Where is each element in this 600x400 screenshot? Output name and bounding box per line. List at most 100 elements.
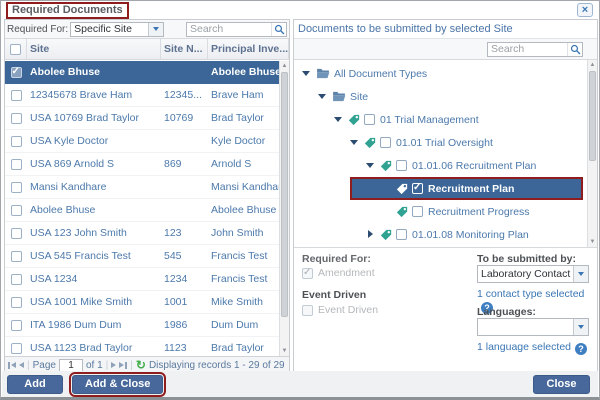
expander-icon[interactable] bbox=[334, 115, 343, 124]
scrollbar-thumb[interactable] bbox=[589, 71, 596, 161]
site-search-input[interactable] bbox=[187, 23, 271, 35]
table-row[interactable]: ✓ Mansi Kandhare Mansi Kandhare bbox=[5, 176, 289, 199]
table-row[interactable]: ✓ USA 1001 Mike Smith 1001 Mike Smith bbox=[5, 291, 289, 314]
language-selected-link[interactable]: 1 language selected bbox=[477, 341, 571, 353]
document-search-input[interactable] bbox=[488, 43, 567, 55]
tree-node[interactable]: ✓ Site bbox=[294, 85, 597, 108]
chevron-down-icon[interactable] bbox=[573, 319, 588, 335]
table-row[interactable]: ✓ USA 869 Arnold S 869 Arnold S bbox=[5, 153, 289, 176]
row-checkbox[interactable]: ✓ bbox=[11, 136, 22, 147]
refresh-icon[interactable]: ↻ bbox=[136, 359, 146, 371]
header-checkbox[interactable]: ✓ bbox=[10, 44, 21, 55]
submitted-by-dropdown[interactable]: Laboratory Contact bbox=[477, 265, 589, 283]
tree-node[interactable]: ✓ Recruitment Progress bbox=[294, 200, 597, 223]
scrollbar-thumb[interactable] bbox=[281, 72, 288, 317]
scroll-up-icon[interactable]: ▲ bbox=[280, 61, 289, 71]
column-site[interactable]: Site bbox=[27, 39, 161, 59]
table-row[interactable]: ✓ USA 123 John Smith 123 John Smith bbox=[5, 222, 289, 245]
table-row[interactable]: ✓ USA 10769 Brad Taylor 10769 Brad Taylo… bbox=[5, 107, 289, 130]
expander-icon[interactable] bbox=[366, 161, 375, 170]
cell-site: Mansi Kandhare bbox=[27, 181, 161, 193]
pager-separator: | bbox=[130, 360, 133, 371]
table-row[interactable]: ✓ Abolee Bhuse Abolee Bhuse bbox=[5, 61, 289, 84]
row-checkbox[interactable]: ✓ bbox=[11, 67, 22, 78]
add-button[interactable]: Add bbox=[7, 375, 63, 394]
table-row[interactable]: ✓ 12345678 Brave Ham 12345... Brave Ham bbox=[5, 84, 289, 107]
row-checkbox[interactable]: ✓ bbox=[11, 251, 22, 262]
node-checkbox[interactable]: ✓ bbox=[364, 114, 375, 125]
expander-icon[interactable] bbox=[382, 207, 391, 216]
search-icon[interactable] bbox=[567, 43, 582, 56]
expander-icon[interactable] bbox=[302, 69, 311, 78]
first-page-button[interactable] bbox=[8, 362, 16, 369]
chevron-down-icon[interactable] bbox=[148, 23, 163, 36]
node-checkbox[interactable]: ✓ bbox=[396, 229, 407, 240]
page-number-input[interactable] bbox=[59, 359, 83, 372]
row-checkbox[interactable]: ✓ bbox=[11, 274, 22, 285]
cell-site: USA Kyle Doctor bbox=[27, 135, 161, 147]
cell-principal-investigator: Arnold S bbox=[208, 158, 279, 170]
pager-status: Displaying records 1 - 29 of 29 bbox=[149, 360, 285, 371]
tree-node[interactable]: ✓ 01 Trial Management bbox=[294, 108, 597, 131]
table-row[interactable]: ✓ USA 1123 Brad Taylor 1123 Brad Taylor bbox=[5, 337, 289, 356]
add-and-close-button[interactable]: Add & Close bbox=[72, 375, 163, 394]
tree-node[interactable]: ✓ Recruitment Plan bbox=[294, 177, 597, 200]
row-checkbox-cell: ✓ bbox=[5, 320, 27, 331]
row-checkbox[interactable]: ✓ bbox=[11, 297, 22, 308]
tree-node[interactable]: ✓ 01.01 Trial Oversight bbox=[294, 131, 597, 154]
table-row[interactable]: ✓ USA 545 Francis Test 545 Francis Test bbox=[5, 245, 289, 268]
node-checkbox[interactable]: ✓ bbox=[412, 183, 423, 194]
tree-node[interactable]: ✓ 01.01.08 Monitoring Plan bbox=[294, 223, 597, 246]
tree-node[interactable]: ✓ All Document Types bbox=[294, 62, 597, 85]
row-checkbox[interactable]: ✓ bbox=[11, 90, 22, 101]
row-checkbox-cell: ✓ bbox=[5, 251, 27, 262]
scroll-down-icon[interactable]: ▼ bbox=[280, 346, 289, 356]
row-checkbox[interactable]: ✓ bbox=[11, 159, 22, 170]
site-toolbar: Required For: Specific Site bbox=[5, 20, 289, 39]
column-principal-investigator[interactable]: Principal Inve... bbox=[208, 39, 289, 59]
close-button[interactable]: Close bbox=[533, 375, 590, 394]
chevron-down-icon[interactable] bbox=[573, 266, 588, 282]
node-checkbox[interactable]: ✓ bbox=[380, 137, 391, 148]
expander-icon[interactable] bbox=[318, 92, 327, 101]
cell-site-number: 1123 bbox=[161, 342, 208, 354]
cell-site-number: 1986 bbox=[161, 319, 208, 331]
row-checkbox[interactable]: ✓ bbox=[11, 320, 22, 331]
pager-separator: | bbox=[27, 360, 30, 371]
last-page-button[interactable] bbox=[119, 362, 127, 369]
site-table-scrollbar[interactable]: ▲ ▼ bbox=[279, 61, 289, 356]
scroll-up-icon[interactable]: ▲ bbox=[588, 60, 597, 70]
node-checkbox[interactable]: ✓ bbox=[396, 160, 407, 171]
node-checkbox[interactable]: ✓ bbox=[412, 206, 423, 217]
cell-principal-investigator: Brad Taylor bbox=[208, 112, 279, 124]
search-icon[interactable] bbox=[271, 23, 286, 36]
table-row[interactable]: ✓ USA 1234 1234 Francis Test bbox=[5, 268, 289, 291]
row-checkbox[interactable]: ✓ bbox=[11, 343, 22, 354]
required-for-dropdown[interactable]: Specific Site bbox=[70, 22, 164, 37]
languages-dropdown[interactable] bbox=[477, 318, 589, 336]
table-row[interactable]: ✓ USA Kyle Doctor Kyle Doctor bbox=[5, 130, 289, 153]
cell-site-number: 12345... bbox=[161, 89, 208, 101]
node-icon bbox=[332, 91, 346, 102]
contact-type-selected-link[interactable]: 1 contact type selected bbox=[477, 288, 584, 300]
row-checkbox[interactable]: ✓ bbox=[11, 205, 22, 216]
expander-icon[interactable] bbox=[382, 184, 391, 193]
row-checkbox[interactable]: ✓ bbox=[11, 113, 22, 124]
column-site-number[interactable]: Site N... bbox=[161, 39, 208, 59]
row-checkbox[interactable]: ✓ bbox=[11, 182, 22, 193]
expander-icon[interactable] bbox=[366, 230, 375, 239]
cell-site-number: 869 bbox=[161, 158, 208, 170]
next-page-button[interactable] bbox=[111, 362, 116, 368]
expander-icon[interactable] bbox=[350, 138, 359, 147]
row-checkbox[interactable]: ✓ bbox=[11, 228, 22, 239]
required-for-value: Specific Site bbox=[71, 23, 148, 35]
table-row[interactable]: ✓ ITA 1986 Dum Dum 1986 Dum Dum bbox=[5, 314, 289, 337]
help-icon[interactable]: ? bbox=[575, 343, 587, 355]
table-row[interactable]: ✓ Abolee Bhuse Abolee Bhuse bbox=[5, 199, 289, 222]
cell-site: USA 545 Francis Test bbox=[27, 250, 161, 262]
tree-scrollbar[interactable]: ▲ ▼ bbox=[587, 60, 597, 247]
dialog-close-icon[interactable]: × bbox=[577, 3, 593, 17]
tree-node[interactable]: ✓ 01.01.06 Recruitment Plan bbox=[294, 154, 597, 177]
scroll-down-icon[interactable]: ▼ bbox=[588, 237, 597, 247]
prev-page-button[interactable] bbox=[19, 362, 24, 368]
